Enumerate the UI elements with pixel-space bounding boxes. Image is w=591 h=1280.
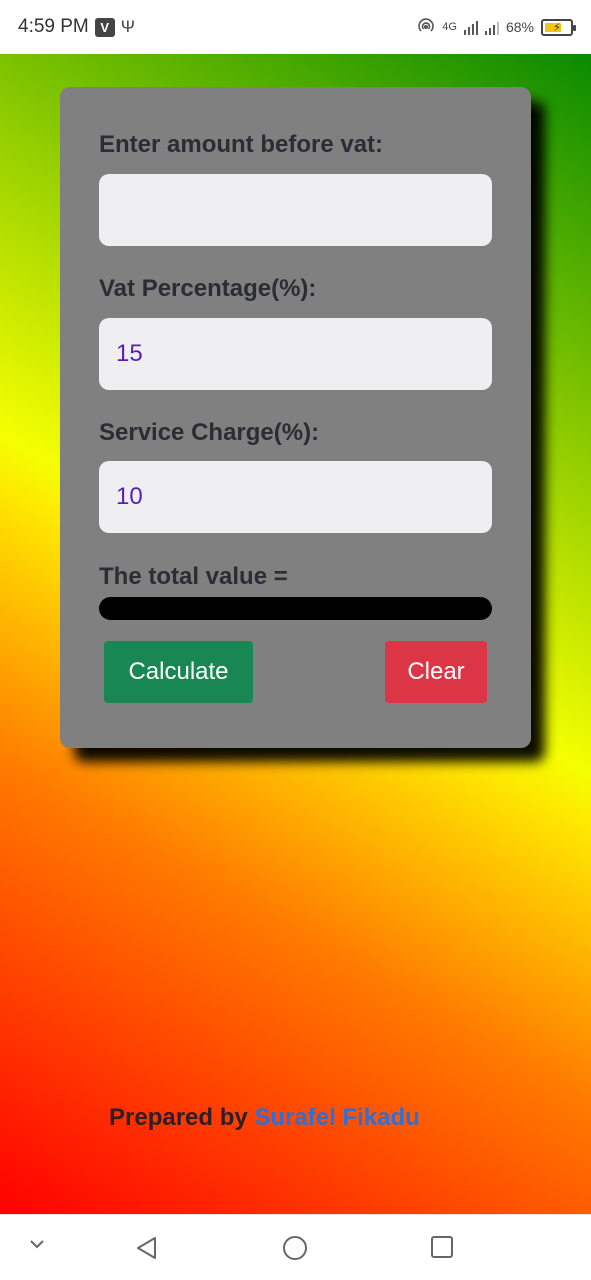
usb-icon: Ψ <box>120 17 135 36</box>
vat-label: Vat Percentage(%): <box>99 275 317 302</box>
amount-label: Enter amount before vat: <box>99 131 384 158</box>
vat-percentage-input[interactable] <box>99 318 492 390</box>
service-charge-label: Service Charge(%): <box>99 419 320 446</box>
chevron-down-icon[interactable] <box>28 1235 46 1253</box>
footer-prefix: Prepared by <box>109 1104 248 1131</box>
status-bar: 4:59 PM V Ψ 4G 68% ⚡ <box>0 0 591 54</box>
status-left: 4:59 PM V Ψ <box>18 16 135 38</box>
status-right: 4G 68% ⚡ <box>417 17 576 38</box>
amount-input[interactable] <box>99 174 492 246</box>
battery-icon: ⚡ <box>541 18 576 36</box>
battery-percent: 68% <box>505 19 534 35</box>
author-link[interactable]: Surafel Fikadu <box>254 1104 419 1131</box>
signal-icon <box>463 19 478 35</box>
total-value-label: The total value = <box>99 563 288 590</box>
home-icon[interactable] <box>282 1235 308 1261</box>
clear-button[interactable]: Clear <box>385 641 487 703</box>
back-icon[interactable] <box>134 1235 160 1261</box>
status-time: 4:59 PM <box>18 16 89 37</box>
app-background: Enter amount before vat: Vat Percentage(… <box>0 54 591 1214</box>
signal-icon-2 <box>484 19 499 35</box>
service-charge-input[interactable] <box>99 461 492 533</box>
network-type: 4G <box>442 21 457 33</box>
footer-credit: Prepared by Surafel Fikadu <box>109 1104 420 1132</box>
v-app-icon: V <box>94 17 115 37</box>
total-value-output <box>99 597 492 620</box>
calculate-button[interactable]: Calculate <box>104 641 253 703</box>
hotspot-icon <box>417 17 435 38</box>
recent-apps-icon[interactable] <box>430 1235 454 1259</box>
navigation-bar <box>0 1214 591 1280</box>
vat-calculator-card: Enter amount before vat: Vat Percentage(… <box>60 87 531 748</box>
